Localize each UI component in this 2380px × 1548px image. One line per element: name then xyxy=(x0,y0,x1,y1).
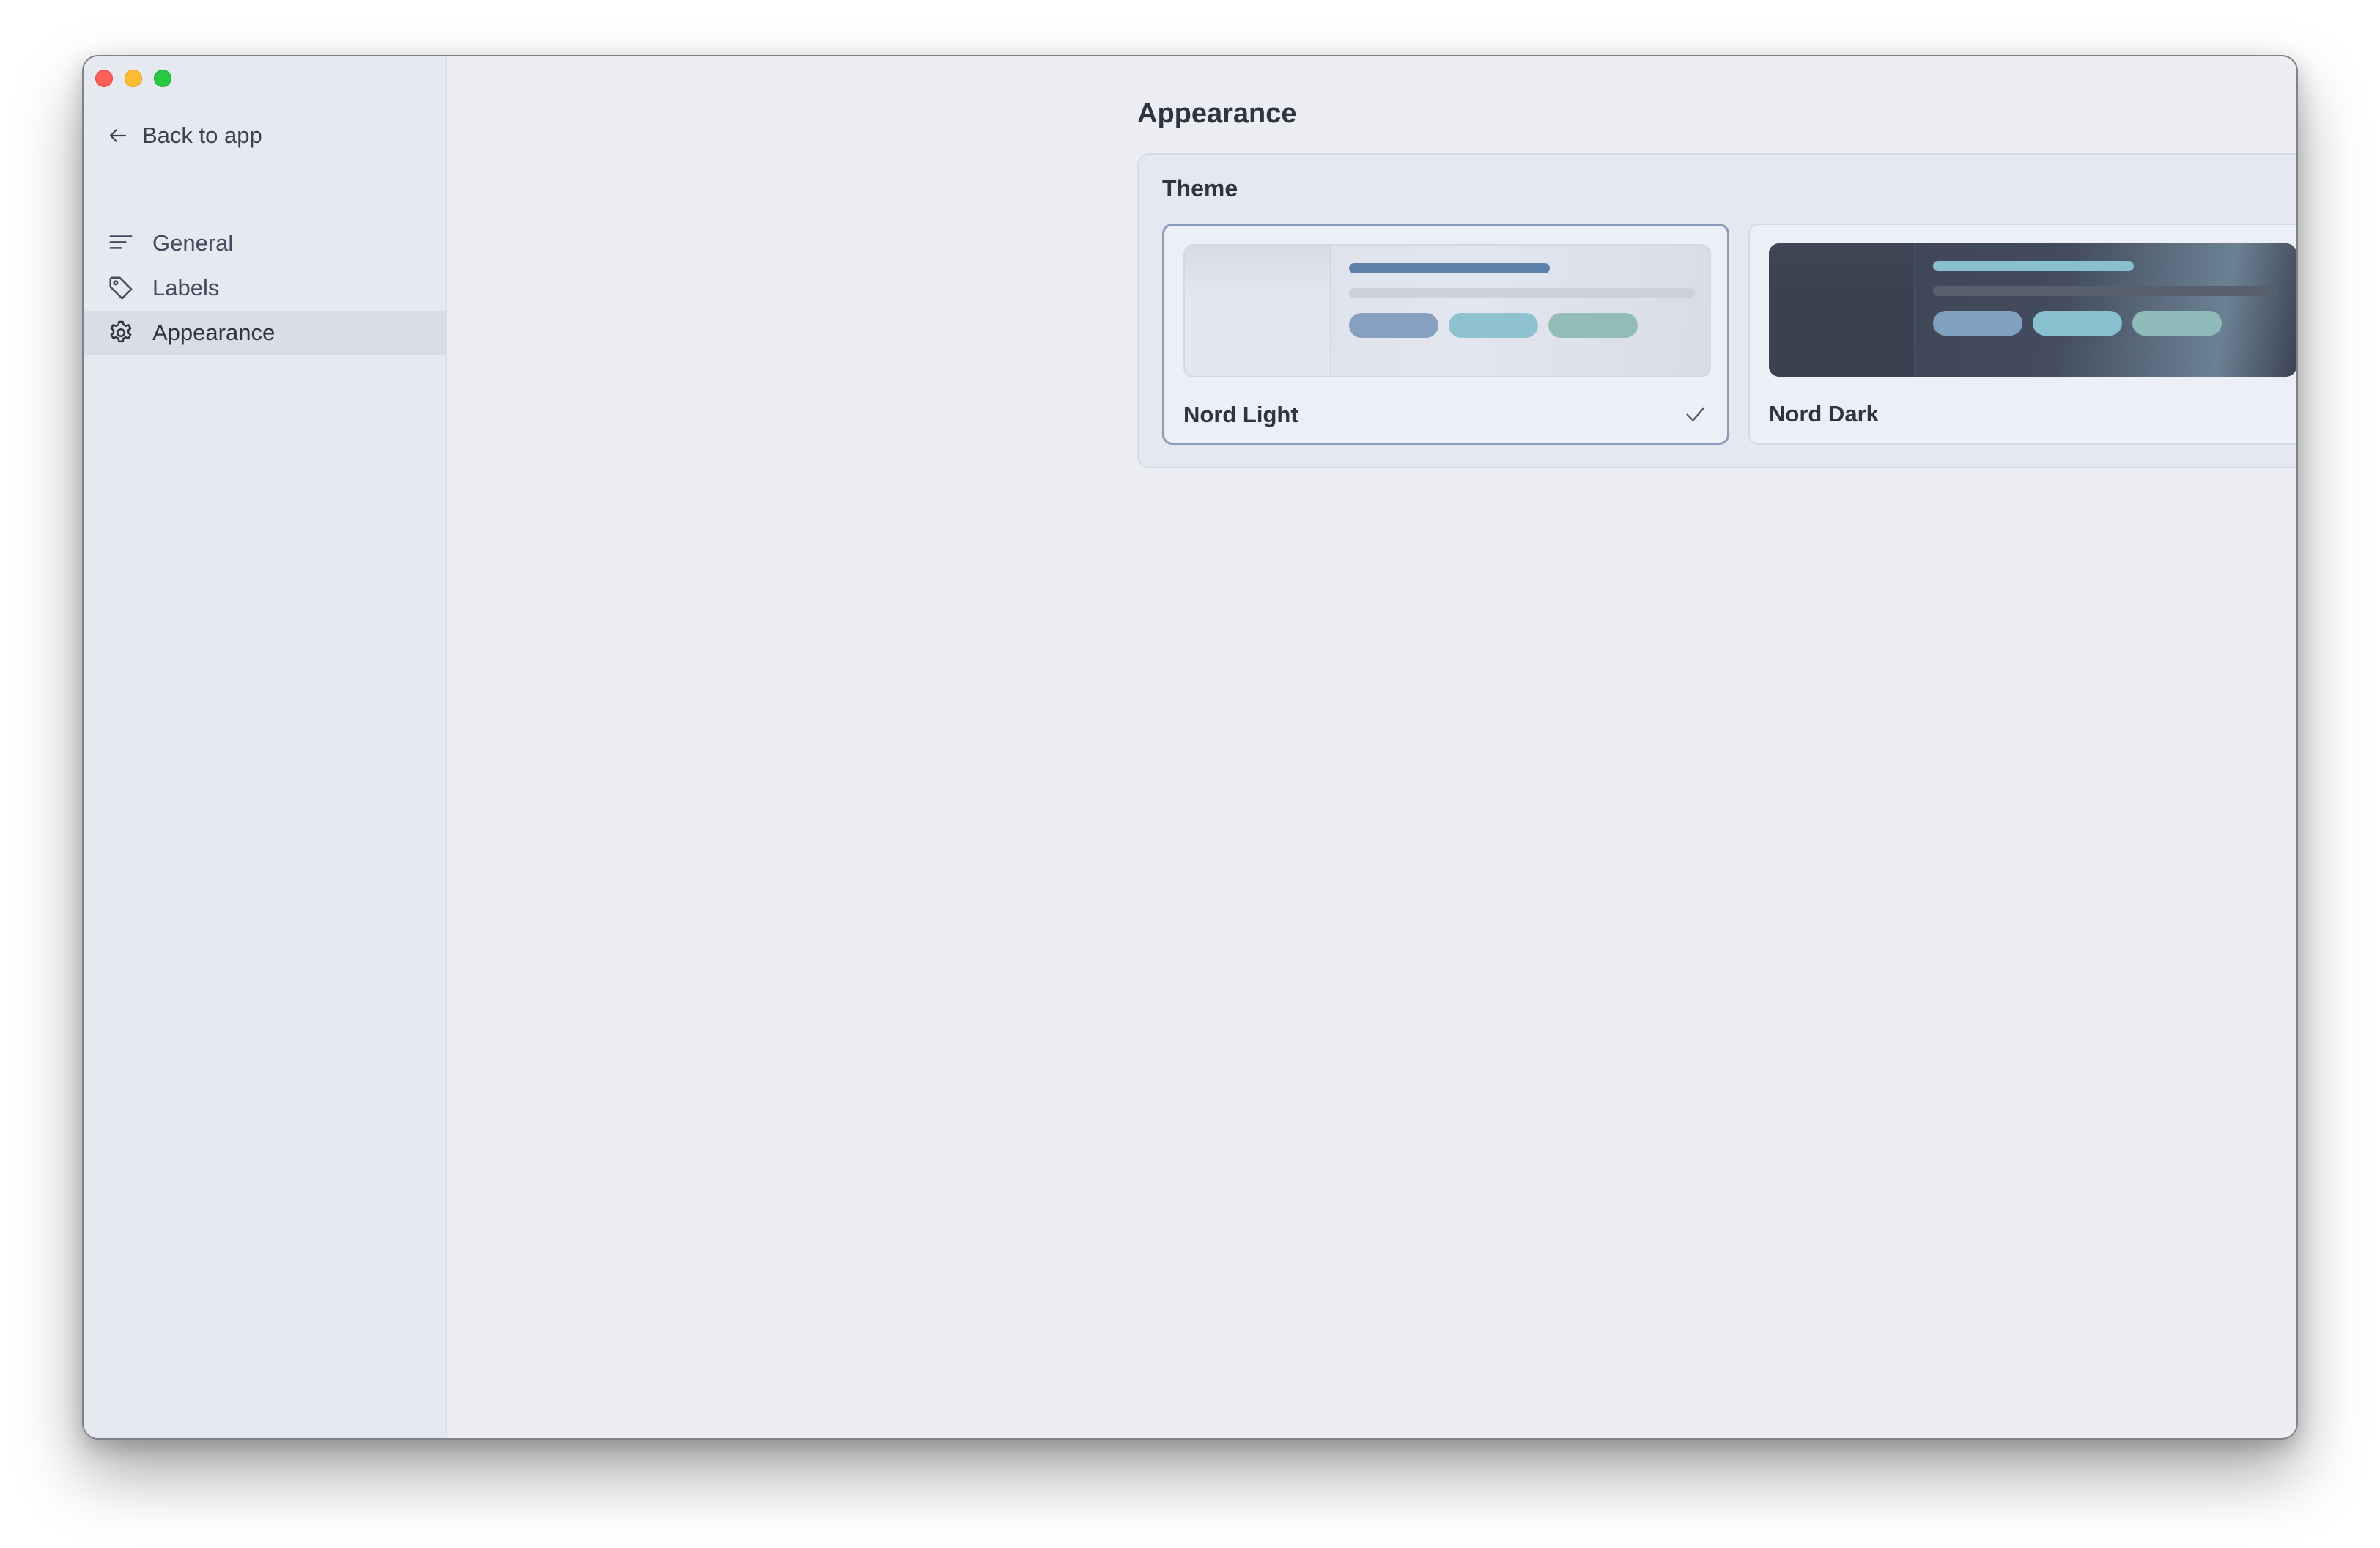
theme-option-nord-light[interactable]: Nord Light xyxy=(1162,224,1729,445)
preview-pill xyxy=(2132,311,2222,336)
preview-pill xyxy=(1548,313,1638,338)
theme-section: Theme Nord Light Nord Dark xyxy=(1137,153,2296,468)
sidebar-nav: General Labels Appearance xyxy=(84,221,446,355)
preview-sidebar xyxy=(1769,243,1915,377)
sidebar-item-label: Appearance xyxy=(152,320,276,345)
preview-pill xyxy=(1933,311,2022,336)
back-to-app-link[interactable]: Back to app xyxy=(107,117,262,155)
settings-window: Back to app General Labels Appearance Ap… xyxy=(82,55,2298,1440)
main-content: Appearance Theme Nord Light Nord Dark xyxy=(447,56,2296,1438)
traffic-lights xyxy=(95,70,171,87)
close-window-button[interactable] xyxy=(95,70,113,87)
theme-option-label: Nord Light xyxy=(1183,402,1298,427)
preview-title-bar xyxy=(1349,263,1550,273)
minimize-window-button[interactable] xyxy=(125,70,142,87)
sidebar: Back to app General Labels Appearance xyxy=(84,56,447,1438)
page-title: Appearance xyxy=(1137,98,1297,129)
preview-sidebar xyxy=(1185,246,1331,376)
preview-pill xyxy=(2033,311,2122,336)
preview-pill xyxy=(1349,313,1438,338)
theme-preview-light xyxy=(1183,244,1711,377)
theme-preview-dark xyxy=(1769,243,2296,377)
gear-icon xyxy=(110,320,132,343)
lines-icon xyxy=(109,235,133,249)
theme-option-nord-dark[interactable]: Nord Dark xyxy=(1748,224,2296,445)
preview-pill xyxy=(1449,313,1538,338)
sidebar-item-labels[interactable]: Labels xyxy=(84,266,446,310)
theme-option-label: Nord Dark xyxy=(1769,401,1879,427)
sidebar-item-label: Labels xyxy=(152,275,220,301)
preview-text-line xyxy=(1349,288,1695,298)
preview-title-bar xyxy=(1933,261,2134,271)
sidebar-item-label: General xyxy=(152,230,234,256)
theme-section-title: Theme xyxy=(1162,175,1238,202)
arrow-left-icon xyxy=(109,129,127,142)
tag-icon xyxy=(109,276,133,300)
checkmark-icon xyxy=(1686,407,1705,421)
sidebar-item-general[interactable]: General xyxy=(84,221,446,265)
sidebar-item-appearance[interactable]: Appearance xyxy=(84,311,446,355)
zoom-window-button[interactable] xyxy=(154,70,171,87)
preview-text-line xyxy=(1933,286,2279,296)
back-to-app-label: Back to app xyxy=(142,122,262,148)
